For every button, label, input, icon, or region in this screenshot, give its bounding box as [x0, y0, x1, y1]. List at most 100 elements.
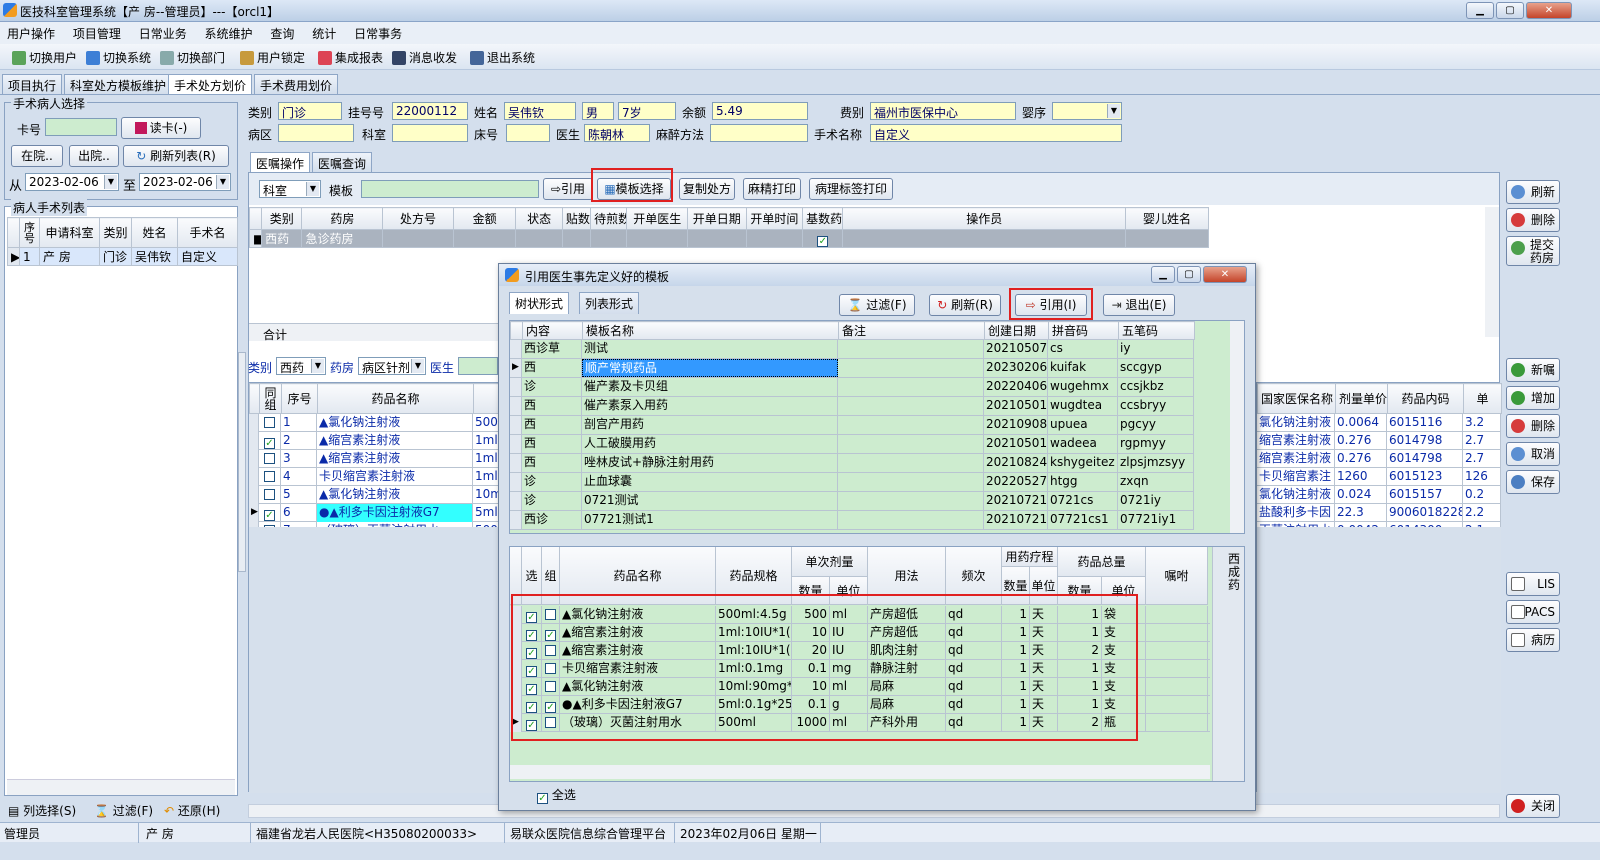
dialog-close-button[interactable]: ✕	[1203, 266, 1247, 283]
group-checkbox[interactable]: ✓	[264, 510, 275, 521]
group-checkbox[interactable]	[264, 471, 275, 482]
menu-affairs[interactable]: 日常事务	[347, 22, 409, 45]
dialog-maximize-button[interactable]: ▢	[1177, 266, 1201, 283]
messages-button[interactable]: 消息收发	[392, 49, 457, 66]
table-row[interactable]: 5▲氯化钠注射液10m	[249, 486, 499, 504]
age-field[interactable]: 7岁	[618, 102, 676, 120]
tab-list-view[interactable]: 列表形式	[579, 292, 640, 314]
table-row[interactable]: ■ 西药急诊药房 ✓	[248, 229, 1209, 248]
tab-tree-view[interactable]: 树状形式	[509, 292, 570, 314]
select-all-checkbox[interactable]: ✓ 全选	[537, 786, 576, 804]
tab-surgery-rx[interactable]: 手术处方划价	[168, 74, 253, 94]
new-order-button[interactable]: 新嘱	[1506, 358, 1560, 382]
date-from-select[interactable]: 2023-02-06 ▼	[25, 173, 119, 191]
restore-button[interactable]: ↶ 还原(H)	[164, 802, 220, 819]
exit-system-button[interactable]: 退出系统	[470, 49, 535, 66]
close-window-button[interactable]: 关闭	[1506, 794, 1560, 818]
drug-doctor-input[interactable]	[458, 357, 498, 375]
detail-horizontal-scrollbar[interactable]	[510, 765, 1210, 779]
read-card-button[interactable]: 读卡(-)	[121, 117, 201, 139]
lis-button[interactable]: LIS	[1506, 572, 1560, 596]
refresh-button[interactable]: 刷新	[1506, 180, 1560, 204]
splitter[interactable]	[238, 352, 246, 572]
sex-field[interactable]: 男	[582, 102, 614, 120]
pathology-print-button[interactable]: 病理标签打印	[809, 178, 893, 200]
vertical-scrollbar[interactable]	[1485, 207, 1499, 337]
surgery-field[interactable]: 自定义	[870, 124, 1122, 142]
reg-field[interactable]: 22000112	[392, 102, 468, 120]
switch-system-button[interactable]: 切换系统	[86, 49, 151, 66]
in-hospital-button[interactable]: 在院..	[11, 145, 63, 167]
table-row[interactable]: 4 卡贝缩宫素注射液 1ml	[249, 468, 499, 486]
card-input[interactable]	[45, 118, 117, 136]
list-item[interactable]: ▶ 西顺产常规药品 20230206 kuifak sccgyp	[510, 359, 1194, 378]
menu-user-ops[interactable]: 用户操作	[0, 22, 62, 45]
table-row[interactable]: ▶ ✓ 6 ●▲利多卡因注射液G7 5ml	[249, 504, 499, 522]
scope-select[interactable]: 科室 ▼	[259, 180, 321, 198]
menu-system[interactable]: 系统维护	[198, 22, 260, 45]
minimize-button[interactable]: ▁	[1466, 2, 1494, 19]
lock-user-button[interactable]: 用户锁定	[240, 49, 305, 66]
doctor-field[interactable]: 陈朝林	[584, 124, 650, 142]
dialog-filter-button[interactable]: ⌛ 过滤(F)	[839, 294, 915, 316]
table-row[interactable]: 盐酸利多卡因 22.3 9006018228 2.2	[1257, 504, 1501, 522]
group-checkbox[interactable]	[264, 489, 275, 500]
table-row[interactable]: 氯化钠注射液 0.024 6015157 0.2	[1257, 486, 1501, 504]
refresh-list-button[interactable]: ↻ 刷新列表(R)	[123, 145, 229, 167]
pacs-button[interactable]: PACS	[1506, 600, 1560, 624]
menu-daily[interactable]: 日常业务	[132, 22, 194, 45]
dept-field[interactable]	[392, 124, 468, 142]
list-item[interactable]: 西催产素泵入用药 20210501 wugdtea ccsbryy	[510, 397, 1194, 416]
list-item[interactable]: 西剖宫产用药 20210908 upuea pgcyy	[510, 416, 1194, 435]
dialog-minimize-button[interactable]: ▁	[1151, 266, 1175, 283]
group-checkbox[interactable]	[264, 417, 275, 428]
drug-category-select[interactable]: 西药 ▼	[276, 357, 326, 375]
medical-record-button[interactable]: 病历	[1506, 628, 1560, 652]
list-item[interactable]: 西人工破膜用药 20210501 wadeea rgpmyy	[510, 435, 1194, 454]
switch-user-button[interactable]: 切换用户	[12, 49, 77, 66]
table-row[interactable]: 缩宫素注射液 0.276 6014798 2.7	[1257, 450, 1501, 468]
list-item[interactable]: 诊催产素及卡贝组 20220406 wugehmx ccsjkbz	[510, 378, 1194, 397]
menu-stats[interactable]: 统计	[305, 22, 343, 45]
tab-order-ops[interactable]: 医嘱操作	[250, 152, 311, 172]
tab-surgery-fee[interactable]: 手术费用划价	[254, 74, 339, 94]
date-to-select[interactable]: 2023-02-06 ▼	[139, 173, 231, 191]
group-checkbox[interactable]: ✓	[264, 438, 275, 449]
balance-field[interactable]: 5.49	[712, 102, 808, 120]
menu-query[interactable]: 查询	[263, 22, 301, 45]
close-button[interactable]: ✕	[1526, 2, 1572, 19]
tab-order-query[interactable]: 医嘱查询	[312, 152, 373, 172]
bed-field[interactable]	[506, 124, 550, 142]
table-row[interactable]: ✓ 2 ▲缩宫素注射液 1ml	[249, 432, 499, 450]
submit-pharmacy-button[interactable]: 提交药房	[1506, 236, 1560, 266]
table-row[interactable]: 1 ▲氯化钠注射液 500	[249, 414, 499, 432]
list-item[interactable]: 西诊草 测试 20210507 cs iy	[510, 340, 1194, 359]
dialog-exit-button[interactable]: ⇥ 退出(E)	[1103, 294, 1175, 316]
reports-button[interactable]: 集成报表	[318, 49, 383, 66]
group-checkbox[interactable]	[264, 453, 275, 464]
maximize-button[interactable]: ▢	[1496, 2, 1524, 19]
anes-field[interactable]	[710, 124, 808, 142]
template-vertical-scrollbar[interactable]	[1230, 321, 1244, 533]
list-item[interactable]: 诊 0721测试 20210721 0721cs 0721iy	[510, 492, 1194, 511]
table-row[interactable]: 卡贝缩宫素注 1260 6015123 126	[1257, 468, 1501, 486]
save-button[interactable]: 保存	[1506, 470, 1560, 494]
narcotic-print-button[interactable]: 麻精打印	[743, 178, 801, 200]
side-tab-western[interactable]: 西成药	[1228, 553, 1242, 592]
pharmacy-select[interactable]: 病区针剂 ▼	[358, 357, 426, 375]
infant-select[interactable]: ▼	[1052, 102, 1122, 120]
column-select-button[interactable]: ▤ 列选择(S)	[8, 802, 76, 819]
template-input[interactable]	[361, 180, 539, 198]
quote-button[interactable]: ⇨引用	[543, 178, 593, 200]
copy-rx-button[interactable]: 复制处方	[679, 178, 735, 200]
tab-execute[interactable]: 项目执行	[2, 74, 63, 94]
add-button[interactable]: 增加	[1506, 386, 1560, 410]
delete-row-button[interactable]: 删除	[1506, 414, 1560, 438]
table-row[interactable]: ▶ 1 产 房 门诊 吴伟钦 自定义	[7, 247, 238, 266]
switch-dept-button[interactable]: 切换部门	[160, 49, 225, 66]
horizontal-scrollbar[interactable]	[7, 779, 235, 795]
table-row[interactable]: 缩宫素注射液 0.276 6014798 2.7	[1257, 432, 1501, 450]
cancel-button[interactable]: 取消	[1506, 442, 1560, 466]
tab-template-maint[interactable]: 科室处方模板维护	[64, 74, 173, 94]
fee-field[interactable]: 福州市医保中心	[870, 102, 1016, 120]
